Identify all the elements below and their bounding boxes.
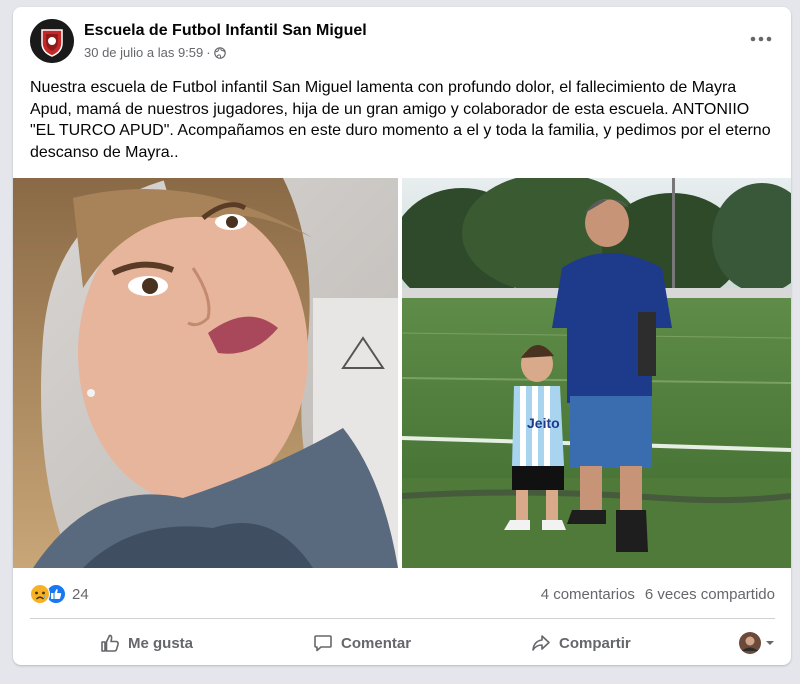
post-actions: Me gusta Comentar Compartir bbox=[30, 623, 775, 663]
globe-icon bbox=[213, 46, 226, 59]
share-icon bbox=[532, 635, 550, 651]
reaction-icons bbox=[30, 584, 66, 604]
comment-button[interactable]: Comentar bbox=[313, 625, 411, 661]
engagement-counts: 4 comentarios 6 veces compartido bbox=[541, 586, 775, 603]
comments-count[interactable]: 4 comentarios bbox=[541, 586, 635, 603]
post-stats: 24 4 comentarios 6 veces compartido bbox=[30, 581, 775, 607]
comment-label: Comentar bbox=[341, 634, 412, 652]
more-options-icon bbox=[750, 36, 772, 42]
reactions-summary[interactable]: 24 bbox=[30, 584, 89, 604]
club-logo bbox=[30, 19, 74, 63]
share-label: Compartir bbox=[559, 634, 631, 652]
more-options-button[interactable] bbox=[745, 27, 777, 51]
photo-woman-portrait[interactable] bbox=[13, 178, 398, 568]
comment-icon bbox=[314, 635, 332, 652]
reaction-as-selector[interactable] bbox=[739, 632, 775, 654]
shares-count[interactable]: 6 veces compartido bbox=[645, 586, 775, 603]
post-text: Nuestra escuela de Futbol infantil San M… bbox=[30, 79, 771, 161]
thumbs-up-icon bbox=[101, 634, 119, 652]
actions-divider bbox=[30, 618, 775, 619]
boy-shirt-text: Jeito bbox=[527, 415, 560, 431]
post-header: Escuela de Futbol Infantil San Miguel 30… bbox=[13, 7, 791, 71]
like-label: Me gusta bbox=[128, 634, 194, 652]
like-button[interactable]: Me gusta bbox=[100, 625, 193, 661]
share-button[interactable]: Compartir bbox=[531, 625, 631, 661]
page-avatar[interactable] bbox=[30, 19, 74, 63]
photo-grid: Jeito bbox=[13, 178, 791, 568]
post-meta: 30 de julio a las 9:59 · bbox=[84, 45, 226, 60]
user-avatar-icon bbox=[739, 632, 761, 654]
post-timestamp[interactable]: 30 de julio a las 9:59 bbox=[84, 45, 203, 60]
reaction-count: 24 bbox=[72, 585, 89, 603]
page-name[interactable]: Escuela de Futbol Infantil San Miguel bbox=[84, 22, 367, 40]
photo-soccer-field[interactable]: Jeito bbox=[402, 178, 791, 568]
meta-separator: · bbox=[206, 45, 211, 60]
sad-reaction-icon bbox=[30, 584, 50, 604]
post-card: Escuela de Futbol Infantil San Miguel 30… bbox=[13, 7, 791, 665]
chevron-down-icon bbox=[766, 641, 774, 645]
